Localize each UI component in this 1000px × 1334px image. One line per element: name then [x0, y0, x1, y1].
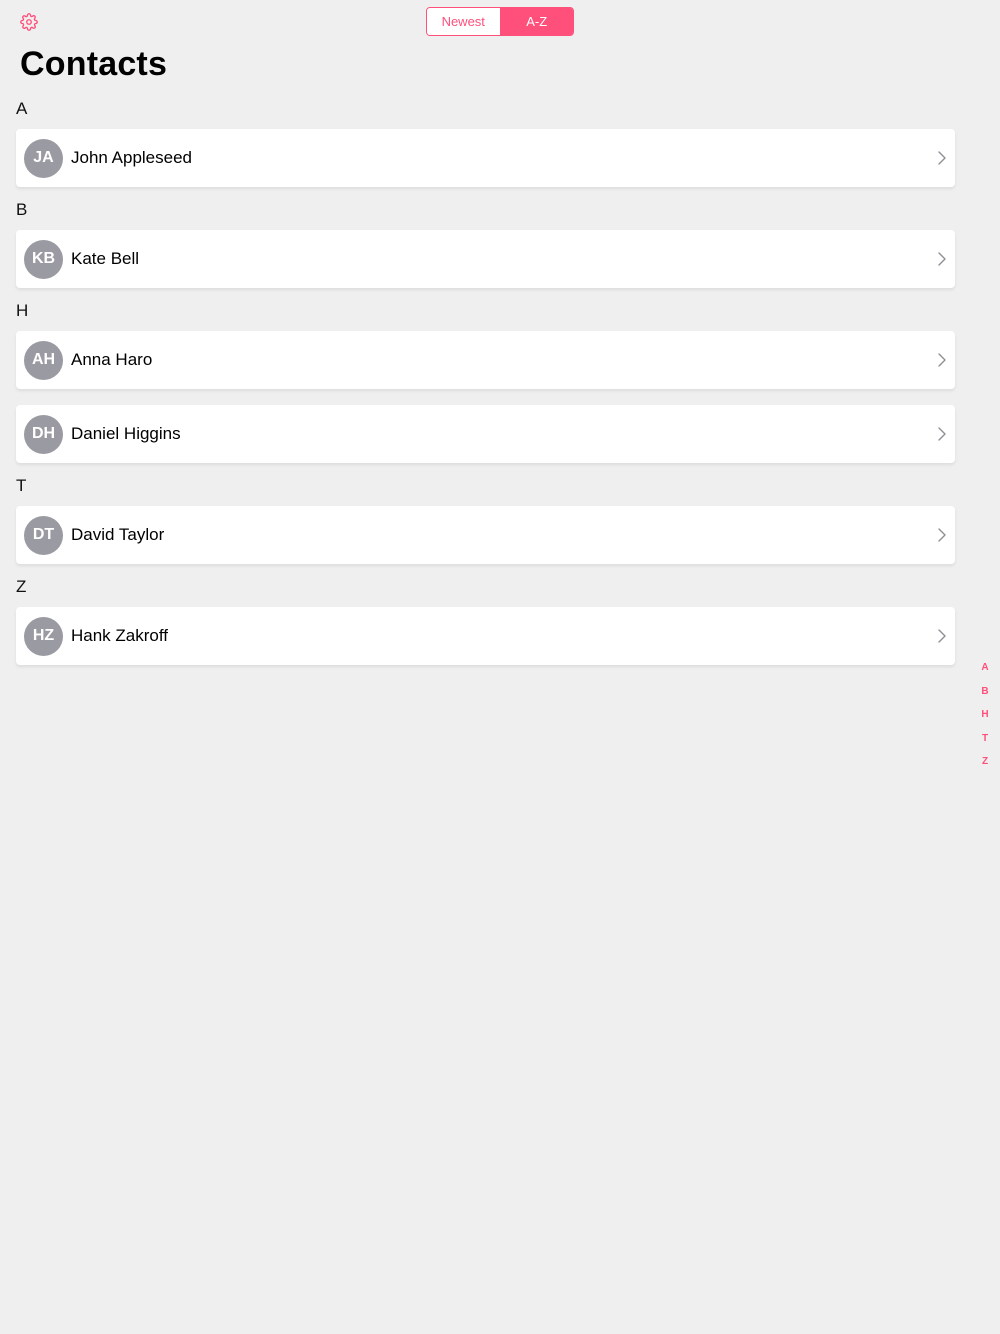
section-header-a: A	[16, 99, 28, 118]
avatar: JA	[24, 138, 63, 178]
contact-name: David Taylor	[71, 525, 165, 544]
index-letter-h[interactable]: H	[976, 703, 994, 727]
section-header-t: T	[16, 476, 27, 495]
chevron-right-icon	[937, 251, 947, 267]
chevron-right-icon	[937, 628, 947, 644]
contact-row[interactable]: AH Anna Haro	[16, 331, 955, 389]
settings-button[interactable]	[18, 11, 40, 33]
contact-row[interactable]: DH Daniel Higgins	[16, 405, 955, 463]
avatar: HZ	[24, 616, 63, 656]
contact-row[interactable]: DT David Taylor	[16, 506, 955, 564]
avatar: AH	[24, 340, 63, 380]
section-header-h: H	[16, 301, 29, 320]
gear-icon	[20, 13, 38, 31]
index-letter-z[interactable]: Z	[976, 750, 994, 774]
sort-a-z-segment[interactable]: A-Z	[499, 8, 573, 35]
contact-list: A JA John Appleseed B KB Kate Bell H AH Anna Har…	[16, 96, 955, 665]
sort-segmented-control: Newest A-Z	[426, 7, 574, 36]
section-index-bar: ABHTZ	[976, 656, 994, 774]
page-title: Contacts	[20, 45, 168, 83]
contact-name: Anna Haro	[71, 350, 153, 369]
contact-name: Hank Zakroff	[71, 626, 169, 645]
chevron-right-icon	[937, 426, 947, 442]
contact-name: Kate Bell	[71, 249, 140, 268]
contact-name: John Appleseed	[71, 148, 192, 167]
avatar: DH	[24, 414, 63, 454]
index-letter-b[interactable]: B	[976, 680, 994, 704]
chevron-right-icon	[937, 352, 947, 368]
avatar: KB	[24, 239, 63, 279]
contact-row[interactable]: JA John Appleseed	[16, 129, 955, 187]
avatar: DT	[24, 515, 63, 555]
section-header-b: B	[16, 200, 28, 219]
index-letter-a[interactable]: A	[976, 656, 994, 680]
contact-name: Daniel Higgins	[71, 424, 181, 443]
chevron-right-icon	[937, 527, 947, 543]
chevron-right-icon	[937, 150, 947, 166]
index-letter-t[interactable]: T	[976, 727, 994, 751]
sort-newest-segment[interactable]: Newest	[427, 8, 500, 35]
contact-row[interactable]: HZ Hank Zakroff	[16, 607, 955, 665]
contact-row[interactable]: KB Kate Bell	[16, 230, 955, 288]
section-header-z: Z	[16, 577, 27, 596]
